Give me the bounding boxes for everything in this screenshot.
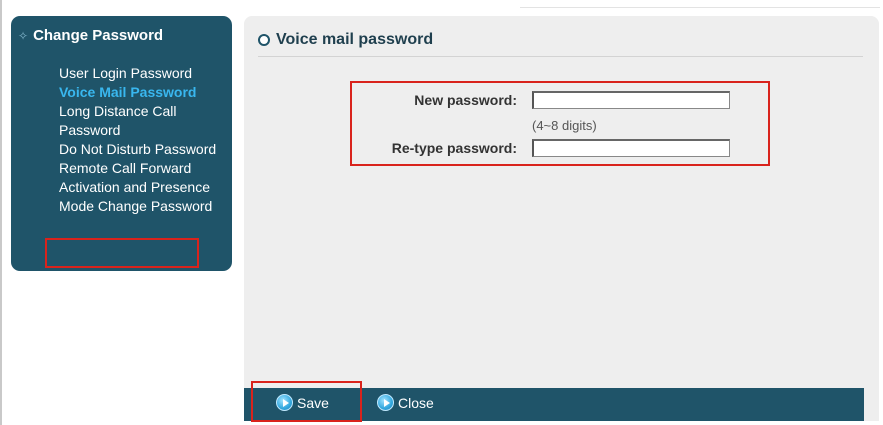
title-divider [258,56,863,57]
sidebar-header: ✧ Change Password [18,27,163,44]
sidebar-item-remote-call-forward[interactable]: Remote Call Forward Activation and Prese… [59,159,224,216]
highlight-frame-change-password [45,238,199,268]
bullet-icon [258,34,270,46]
sidebar-header-icon: ✧ [18,28,29,43]
panel-title: Voice mail password [258,31,433,49]
new-password-field[interactable] [532,91,730,109]
sidebar-item-do-not-disturb-password[interactable]: Do Not Disturb Password [59,140,224,159]
highlight-frame-save [251,381,362,422]
page-title: Voice mail password [276,31,434,48]
sidebar: ✧ Change Password User Login Password Vo… [11,16,232,271]
sidebar-item-user-login-password[interactable]: User Login Password [59,64,224,83]
content-panel: Voice mail password New password: (4~8 d… [244,16,879,421]
password-hint: (4~8 digits) [532,118,597,133]
close-icon [377,394,394,411]
close-button[interactable]: Close [377,394,434,411]
retype-password-label: Re-type password: [391,140,517,156]
retype-password-field[interactable] [532,139,730,157]
new-password-label: New password: [414,92,517,108]
sidebar-title: Change Password [33,27,164,44]
close-label: Close [398,394,434,411]
sidebar-item-voice-mail-password[interactable]: Voice Mail Password [59,83,224,102]
password-form: New password: (4~8 digits) Re-type passw… [350,81,770,166]
sidebar-menu: User Login Password Voice Mail Password … [59,64,224,216]
left-border [0,0,2,425]
sidebar-item-long-distance-call-password[interactable]: Long Distance Call Password [59,102,224,140]
top-divider [520,7,880,8]
